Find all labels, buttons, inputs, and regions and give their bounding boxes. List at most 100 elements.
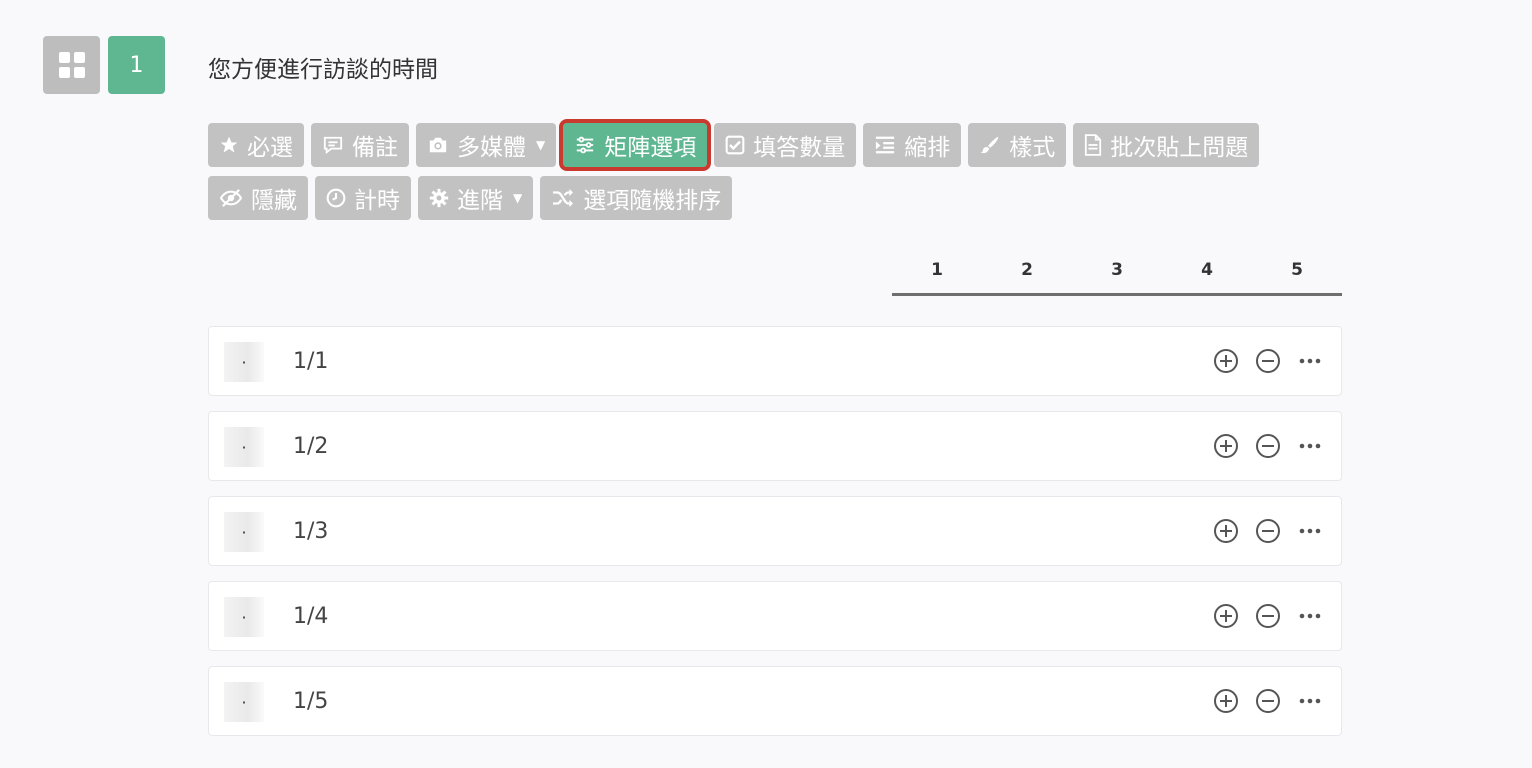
sliders-icon bbox=[574, 135, 596, 155]
star-icon bbox=[219, 135, 239, 155]
remove-row-button[interactable] bbox=[1255, 348, 1281, 374]
comment-icon bbox=[322, 135, 344, 155]
remove-row-button[interactable] bbox=[1255, 518, 1281, 544]
row-label[interactable]: 1/1 bbox=[293, 349, 328, 374]
minus-circle-icon bbox=[1255, 518, 1281, 544]
shuffle-icon bbox=[551, 188, 575, 208]
row-drag-handle[interactable]: · bbox=[224, 597, 264, 637]
row-label[interactable]: 1/3 bbox=[293, 519, 328, 544]
more-horizontal-icon bbox=[1297, 348, 1323, 374]
question-number-badge: 1 bbox=[108, 36, 165, 94]
toolbar-button-shuffle[interactable]: 選項隨機排序 bbox=[540, 176, 733, 220]
matrix-row: · 1/4 bbox=[208, 581, 1342, 651]
toolbar-button-sliders[interactable]: 矩陣選項 bbox=[559, 119, 712, 171]
minus-circle-icon bbox=[1255, 688, 1281, 714]
scale-column-label: 5 bbox=[1291, 260, 1303, 280]
document-icon bbox=[1084, 134, 1102, 156]
scale-column-label: 1 bbox=[931, 260, 943, 280]
add-row-button[interactable] bbox=[1213, 603, 1239, 629]
matrix-row: · 1/2 bbox=[208, 411, 1342, 481]
add-row-button[interactable] bbox=[1213, 433, 1239, 459]
row-drag-handle[interactable]: · bbox=[224, 427, 264, 467]
plus-circle-icon bbox=[1213, 688, 1239, 714]
toolbar-button-gear[interactable]: 進階 ▼ bbox=[418, 176, 534, 220]
toolbar-button-star[interactable]: 必選 bbox=[208, 123, 304, 167]
grid-icon bbox=[58, 52, 85, 78]
paintbrush-icon bbox=[979, 134, 1001, 156]
row-more-button[interactable] bbox=[1297, 433, 1323, 459]
row-more-button[interactable] bbox=[1297, 603, 1323, 629]
gear-icon bbox=[429, 188, 449, 208]
scale-column-label: 4 bbox=[1201, 260, 1213, 280]
toolbar-button-label: 填答數量 bbox=[753, 135, 846, 161]
toolbar-button-label: 必選 bbox=[247, 135, 293, 161]
row-label[interactable]: 1/4 bbox=[293, 604, 328, 629]
toolbar-button-label: 備註 bbox=[352, 135, 398, 161]
remove-row-button[interactable] bbox=[1255, 603, 1281, 629]
checkbox-icon bbox=[725, 135, 745, 155]
toolbar-button-label: 多媒體 bbox=[457, 135, 526, 161]
more-horizontal-icon bbox=[1297, 433, 1323, 459]
more-horizontal-icon bbox=[1297, 603, 1323, 629]
remove-row-button[interactable] bbox=[1255, 433, 1281, 459]
plus-circle-icon bbox=[1213, 348, 1239, 374]
caret-down-icon: ▼ bbox=[536, 138, 546, 152]
toolbar-button-label: 進階 bbox=[457, 188, 503, 214]
eye-slash-icon bbox=[219, 188, 243, 208]
toolbar-button-eye-slash[interactable]: 隱藏 bbox=[208, 176, 308, 220]
row-more-button[interactable] bbox=[1297, 348, 1323, 374]
toolbar-button-label: 縮排 bbox=[904, 135, 951, 161]
toolbar-button-label: 選項隨機排序 bbox=[583, 188, 722, 214]
matrix-scale-header: 1 2 3 4 5 bbox=[892, 256, 1342, 296]
toolbar-row-1: 必選 備註 多媒體 ▼ 矩陣選項 填答數量 縮排 樣式 批次貼上問題 bbox=[208, 119, 1348, 171]
row-more-button[interactable] bbox=[1297, 518, 1323, 544]
row-actions bbox=[1213, 497, 1323, 565]
toolbar-button-label: 矩陣選項 bbox=[604, 135, 697, 161]
matrix-row: · 1/5 bbox=[208, 666, 1342, 736]
scale-column-label: 3 bbox=[1111, 260, 1123, 280]
matrix-rows: · 1/1 · 1/2 · 1/3 · 1/4 · 1/5 bbox=[208, 326, 1342, 751]
row-actions bbox=[1213, 667, 1323, 735]
row-actions bbox=[1213, 412, 1323, 480]
minus-circle-icon bbox=[1255, 433, 1281, 459]
matrix-row: · 1/3 bbox=[208, 496, 1342, 566]
scale-column-label: 2 bbox=[1021, 260, 1033, 280]
toolbar-button-indent[interactable]: 縮排 bbox=[863, 123, 962, 167]
toolbar-button-paintbrush[interactable]: 樣式 bbox=[968, 123, 1067, 167]
clock-icon bbox=[326, 188, 346, 208]
row-actions bbox=[1213, 327, 1323, 395]
remove-row-button[interactable] bbox=[1255, 688, 1281, 714]
toolbar-button-checkbox[interactable]: 填答數量 bbox=[714, 123, 857, 167]
row-drag-handle[interactable]: · bbox=[224, 682, 264, 722]
row-actions bbox=[1213, 582, 1323, 650]
caret-down-icon: ▼ bbox=[513, 191, 523, 205]
question-title[interactable]: 您方便進行訪談的時間 bbox=[208, 50, 438, 84]
plus-circle-icon bbox=[1213, 518, 1239, 544]
toolbar-button-camera[interactable]: 多媒體 ▼ bbox=[416, 123, 557, 167]
toolbar-button-document[interactable]: 批次貼上問題 bbox=[1073, 123, 1260, 167]
add-row-button[interactable] bbox=[1213, 688, 1239, 714]
add-row-button[interactable] bbox=[1213, 348, 1239, 374]
add-row-button[interactable] bbox=[1213, 518, 1239, 544]
camera-icon bbox=[427, 135, 449, 155]
more-horizontal-icon bbox=[1297, 688, 1323, 714]
matrix-row: · 1/1 bbox=[208, 326, 1342, 396]
more-horizontal-icon bbox=[1297, 518, 1323, 544]
toolbar-button-label: 計時 bbox=[354, 188, 400, 214]
row-label[interactable]: 1/2 bbox=[293, 434, 328, 459]
row-drag-handle[interactable]: · bbox=[224, 512, 264, 552]
plus-circle-icon bbox=[1213, 433, 1239, 459]
toolbar-button-label: 隱藏 bbox=[251, 188, 297, 214]
row-more-button[interactable] bbox=[1297, 688, 1323, 714]
minus-circle-icon bbox=[1255, 603, 1281, 629]
toolbar-button-label: 樣式 bbox=[1009, 135, 1056, 161]
row-label[interactable]: 1/5 bbox=[293, 689, 328, 714]
toolbar-button-clock[interactable]: 計時 bbox=[315, 176, 411, 220]
toolbar-button-comment[interactable]: 備註 bbox=[311, 123, 409, 167]
indent-icon bbox=[874, 135, 896, 155]
toolbar-button-label: 批次貼上問題 bbox=[1110, 135, 1249, 161]
question-type-badge[interactable] bbox=[43, 36, 100, 94]
row-drag-handle[interactable]: · bbox=[224, 342, 264, 382]
toolbar-row-2: 隱藏 計時 進階 ▼ 選項隨機排序 bbox=[208, 176, 1348, 220]
minus-circle-icon bbox=[1255, 348, 1281, 374]
